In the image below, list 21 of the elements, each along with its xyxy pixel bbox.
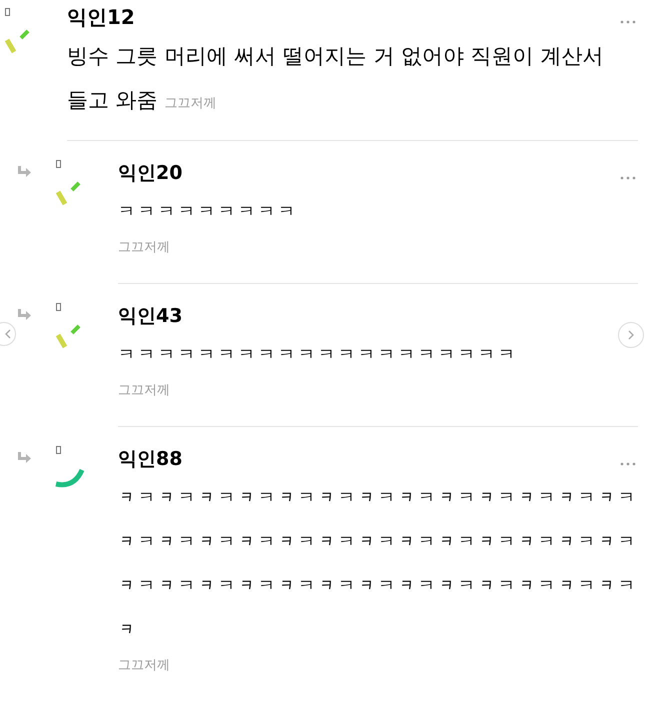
avatar-icon	[54, 466, 86, 488]
comment-text: ㅋㅋㅋㅋㅋㅋㅋㅋㅋㅋㅋㅋㅋㅋㅋㅋㅋㅋㅋㅋ	[118, 344, 518, 366]
author-name: 익인20	[118, 161, 182, 186]
comment-text: 빙수 그릇 머리에 써서 떨어지는 거 없어야 직원이 계산서 들고 와줌 그끄저께	[67, 43, 604, 114]
author-name: 익인88	[118, 447, 182, 472]
more-icon[interactable]	[620, 176, 636, 180]
comment-time: 그끄저께	[118, 382, 171, 400]
comment-time: 그끄저께	[118, 238, 171, 256]
author-name: 익인12	[67, 4, 135, 31]
comment-text: ᆿㅋᆿㅋᆿㅋᆿㅋᆿㅋᆿㅋᆿㅋᆿㅋᆿㅋᆿㅋᆿㅋᆿㅋᆿㅋᆿㅋᆿㅋᆿㅋᆿㅋᆿㅋᆿㅋᆿㅋᆿㅋᆿㅋᆿㅋᆿㅋᆿㅋᆿㅋᆿㅋᆿㅋᆿㅋᆿㅋᆿㅋᆿㅋᆿㅋᆿㅋᆿㅋᆿㅋᆿㅋᆿㅋᆿㅋᆿ	[118, 486, 638, 642]
chevron-right-icon	[628, 330, 634, 340]
comment-time: 그끄저께	[118, 656, 171, 674]
broken-image-icon	[56, 303, 61, 311]
more-icon[interactable]	[620, 20, 636, 24]
broken-image-icon	[5, 8, 10, 16]
more-icon[interactable]	[620, 462, 636, 466]
chevron-left-icon	[5, 329, 11, 339]
comment-text: ㅋㅋㅋㅋㅋㅋㅋㅋㅋ	[118, 200, 298, 224]
author-name: 익인43	[118, 304, 182, 329]
broken-image-icon	[56, 446, 61, 454]
broken-image-icon	[56, 160, 61, 168]
